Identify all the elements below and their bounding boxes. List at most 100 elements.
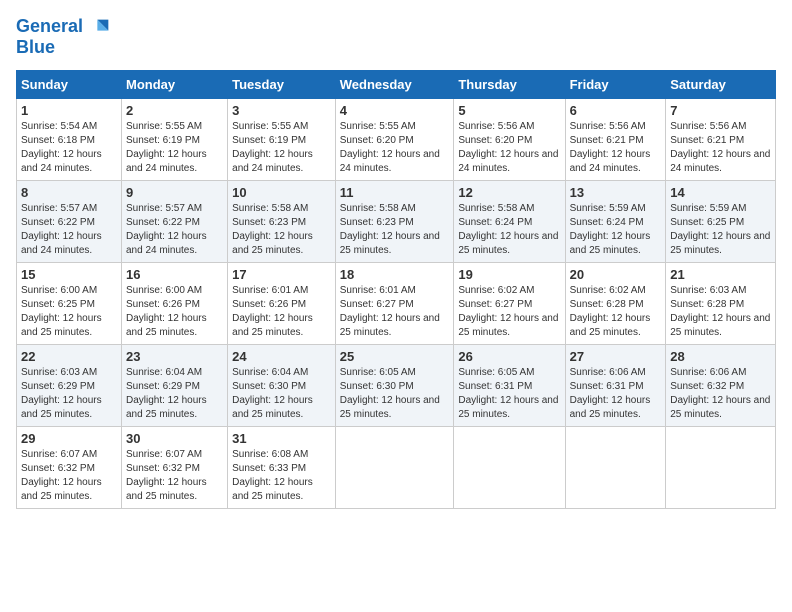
calendar-table: SundayMondayTuesdayWednesdayThursdayFrid… — [16, 70, 776, 509]
day-info: Sunrise: 6:01 AMSunset: 6:27 PMDaylight:… — [340, 285, 440, 338]
day-number: 26 — [458, 349, 560, 364]
day-number: 6 — [570, 103, 662, 118]
calendar-week-3: 15 Sunrise: 6:00 AMSunset: 6:25 PMDayligh… — [17, 262, 776, 344]
day-info: Sunrise: 5:55 AMSunset: 6:19 PMDaylight:… — [232, 121, 313, 174]
day-info: Sunrise: 6:06 AMSunset: 6:31 PMDaylight:… — [570, 367, 651, 420]
calendar-cell — [565, 426, 666, 508]
weekday-header-row: SundayMondayTuesdayWednesdayThursdayFrid… — [17, 70, 776, 98]
day-number: 9 — [126, 185, 223, 200]
calendar-cell: 27Sunrise: 6:06 AMSunset: 6:31 PMDayligh… — [565, 344, 666, 426]
day-info: Sunrise: 6:00 AMSunset: 6:25 PMDaylight:… — [21, 285, 102, 338]
day-number: 2 — [126, 103, 223, 118]
calendar-cell — [666, 426, 776, 508]
day-number: 1 — [21, 103, 117, 118]
day-info: Sunrise: 6:04 AMSunset: 6:29 PMDaylight:… — [126, 367, 207, 420]
calendar-cell: 25 Sunrise: 6:05 AMSunset: 6:30 PMDayligh… — [335, 344, 454, 426]
weekday-tuesday: Tuesday — [228, 70, 336, 98]
calendar-cell: 18 Sunrise: 6:01 AMSunset: 6:27 PMDayligh… — [335, 262, 454, 344]
calendar-cell: 8 Sunrise: 5:57 AMSunset: 6:22 PMDaylight… — [17, 180, 122, 262]
calendar-cell: 26Sunrise: 6:05 AMSunset: 6:31 PMDayligh… — [454, 344, 565, 426]
calendar-cell — [335, 426, 454, 508]
day-number: 29 — [21, 431, 117, 446]
day-info: Sunrise: 6:07 AMSunset: 6:32 PMDaylight:… — [21, 449, 102, 502]
day-info: Sunrise: 6:08 AMSunset: 6:33 PMDaylight:… — [232, 449, 313, 502]
weekday-thursday: Thursday — [454, 70, 565, 98]
calendar-week-5: 29 Sunrise: 6:07 AMSunset: 6:32 PMDayligh… — [17, 426, 776, 508]
day-number: 15 — [21, 267, 117, 282]
calendar-cell: 28 Sunrise: 6:06 AMSunset: 6:32 PMDayligh… — [666, 344, 776, 426]
day-info: Sunrise: 6:07 AMSunset: 6:32 PMDaylight:… — [126, 449, 207, 502]
day-number: 25 — [340, 349, 450, 364]
calendar-cell — [454, 426, 565, 508]
calendar-cell: 2 Sunrise: 5:55 AMSunset: 6:19 PMDaylight… — [121, 98, 227, 180]
day-number: 5 — [458, 103, 560, 118]
day-info: Sunrise: 5:56 AMSunset: 6:20 PMDaylight:… — [458, 121, 558, 174]
calendar-week-1: 1Sunrise: 5:54 AMSunset: 6:18 PMDaylight… — [17, 98, 776, 180]
page-header: General Blue — [16, 16, 776, 58]
calendar-cell: 20 Sunrise: 6:02 AMSunset: 6:28 PMDayligh… — [565, 262, 666, 344]
day-info: Sunrise: 6:06 AMSunset: 6:32 PMDaylight:… — [670, 367, 770, 420]
day-number: 3 — [232, 103, 331, 118]
calendar-cell: 21Sunrise: 6:03 AMSunset: 6:28 PMDayligh… — [666, 262, 776, 344]
day-info: Sunrise: 6:04 AMSunset: 6:30 PMDaylight:… — [232, 367, 313, 420]
day-info: Sunrise: 6:03 AMSunset: 6:29 PMDaylight:… — [21, 367, 102, 420]
calendar-week-2: 8 Sunrise: 5:57 AMSunset: 6:22 PMDaylight… — [17, 180, 776, 262]
day-info: Sunrise: 6:02 AMSunset: 6:28 PMDaylight:… — [570, 285, 651, 338]
calendar-cell: 11Sunrise: 5:58 AMSunset: 6:23 PMDayligh… — [335, 180, 454, 262]
day-number: 4 — [340, 103, 450, 118]
calendar-cell: 10 Sunrise: 5:58 AMSunset: 6:23 PMDayligh… — [228, 180, 336, 262]
calendar-cell: 5 Sunrise: 5:56 AMSunset: 6:20 PMDaylight… — [454, 98, 565, 180]
day-number: 20 — [570, 267, 662, 282]
day-number: 7 — [670, 103, 771, 118]
weekday-wednesday: Wednesday — [335, 70, 454, 98]
day-number: 17 — [232, 267, 331, 282]
calendar-week-4: 22Sunrise: 6:03 AMSunset: 6:29 PMDayligh… — [17, 344, 776, 426]
day-number: 10 — [232, 185, 331, 200]
calendar-cell: 4 Sunrise: 5:55 AMSunset: 6:20 PMDaylight… — [335, 98, 454, 180]
day-info: Sunrise: 5:59 AMSunset: 6:24 PMDaylight:… — [570, 203, 651, 256]
calendar-cell: 24 Sunrise: 6:04 AMSunset: 6:30 PMDayligh… — [228, 344, 336, 426]
day-info: Sunrise: 6:05 AMSunset: 6:30 PMDaylight:… — [340, 367, 440, 420]
weekday-sunday: Sunday — [17, 70, 122, 98]
logo-text: General — [16, 16, 112, 38]
calendar-cell: 29 Sunrise: 6:07 AMSunset: 6:32 PMDayligh… — [17, 426, 122, 508]
calendar-cell: 1Sunrise: 5:54 AMSunset: 6:18 PMDaylight… — [17, 98, 122, 180]
calendar-cell: 16 Sunrise: 6:00 AMSunset: 6:26 PMDayligh… — [121, 262, 227, 344]
calendar-cell: 7 Sunrise: 5:56 AMSunset: 6:21 PMDaylight… — [666, 98, 776, 180]
day-info: Sunrise: 5:57 AMSunset: 6:22 PMDaylight:… — [126, 203, 207, 256]
day-number: 31 — [232, 431, 331, 446]
day-number: 24 — [232, 349, 331, 364]
weekday-monday: Monday — [121, 70, 227, 98]
calendar-cell: 13 Sunrise: 5:59 AMSunset: 6:24 PMDayligh… — [565, 180, 666, 262]
day-number: 28 — [670, 349, 771, 364]
calendar-cell: 15 Sunrise: 6:00 AMSunset: 6:25 PMDayligh… — [17, 262, 122, 344]
day-info: Sunrise: 5:58 AMSunset: 6:23 PMDaylight:… — [232, 203, 313, 256]
day-info: Sunrise: 5:58 AMSunset: 6:24 PMDaylight:… — [458, 203, 558, 256]
day-info: Sunrise: 5:58 AMSunset: 6:23 PMDaylight:… — [340, 203, 440, 256]
day-info: Sunrise: 5:56 AMSunset: 6:21 PMDaylight:… — [570, 121, 651, 174]
day-number: 18 — [340, 267, 450, 282]
calendar-cell: 23 Sunrise: 6:04 AMSunset: 6:29 PMDayligh… — [121, 344, 227, 426]
day-number: 8 — [21, 185, 117, 200]
day-info: Sunrise: 5:55 AMSunset: 6:19 PMDaylight:… — [126, 121, 207, 174]
calendar-cell: 9 Sunrise: 5:57 AMSunset: 6:22 PMDaylight… — [121, 180, 227, 262]
day-number: 21 — [670, 267, 771, 282]
day-number: 23 — [126, 349, 223, 364]
day-info: Sunrise: 6:02 AMSunset: 6:27 PMDaylight:… — [458, 285, 558, 338]
day-number: 16 — [126, 267, 223, 282]
calendar-cell: 6 Sunrise: 5:56 AMSunset: 6:21 PMDaylight… — [565, 98, 666, 180]
day-info: Sunrise: 5:57 AMSunset: 6:22 PMDaylight:… — [21, 203, 102, 256]
logo-subtext: Blue — [16, 38, 112, 58]
calendar-cell: 3 Sunrise: 5:55 AMSunset: 6:19 PMDaylight… — [228, 98, 336, 180]
day-number: 12 — [458, 185, 560, 200]
calendar-cell: 17 Sunrise: 6:01 AMSunset: 6:26 PMDayligh… — [228, 262, 336, 344]
day-info: Sunrise: 5:56 AMSunset: 6:21 PMDaylight:… — [670, 121, 770, 174]
day-number: 13 — [570, 185, 662, 200]
calendar-cell: 14Sunrise: 5:59 AMSunset: 6:25 PMDayligh… — [666, 180, 776, 262]
day-info: Sunrise: 6:01 AMSunset: 6:26 PMDaylight:… — [232, 285, 313, 338]
calendar-cell: 31 Sunrise: 6:08 AMSunset: 6:33 PMDayligh… — [228, 426, 336, 508]
day-info: Sunrise: 6:00 AMSunset: 6:26 PMDaylight:… — [126, 285, 207, 338]
day-number: 14 — [670, 185, 771, 200]
calendar-cell: 30Sunrise: 6:07 AMSunset: 6:32 PMDayligh… — [121, 426, 227, 508]
day-info: Sunrise: 5:55 AMSunset: 6:20 PMDaylight:… — [340, 121, 440, 174]
